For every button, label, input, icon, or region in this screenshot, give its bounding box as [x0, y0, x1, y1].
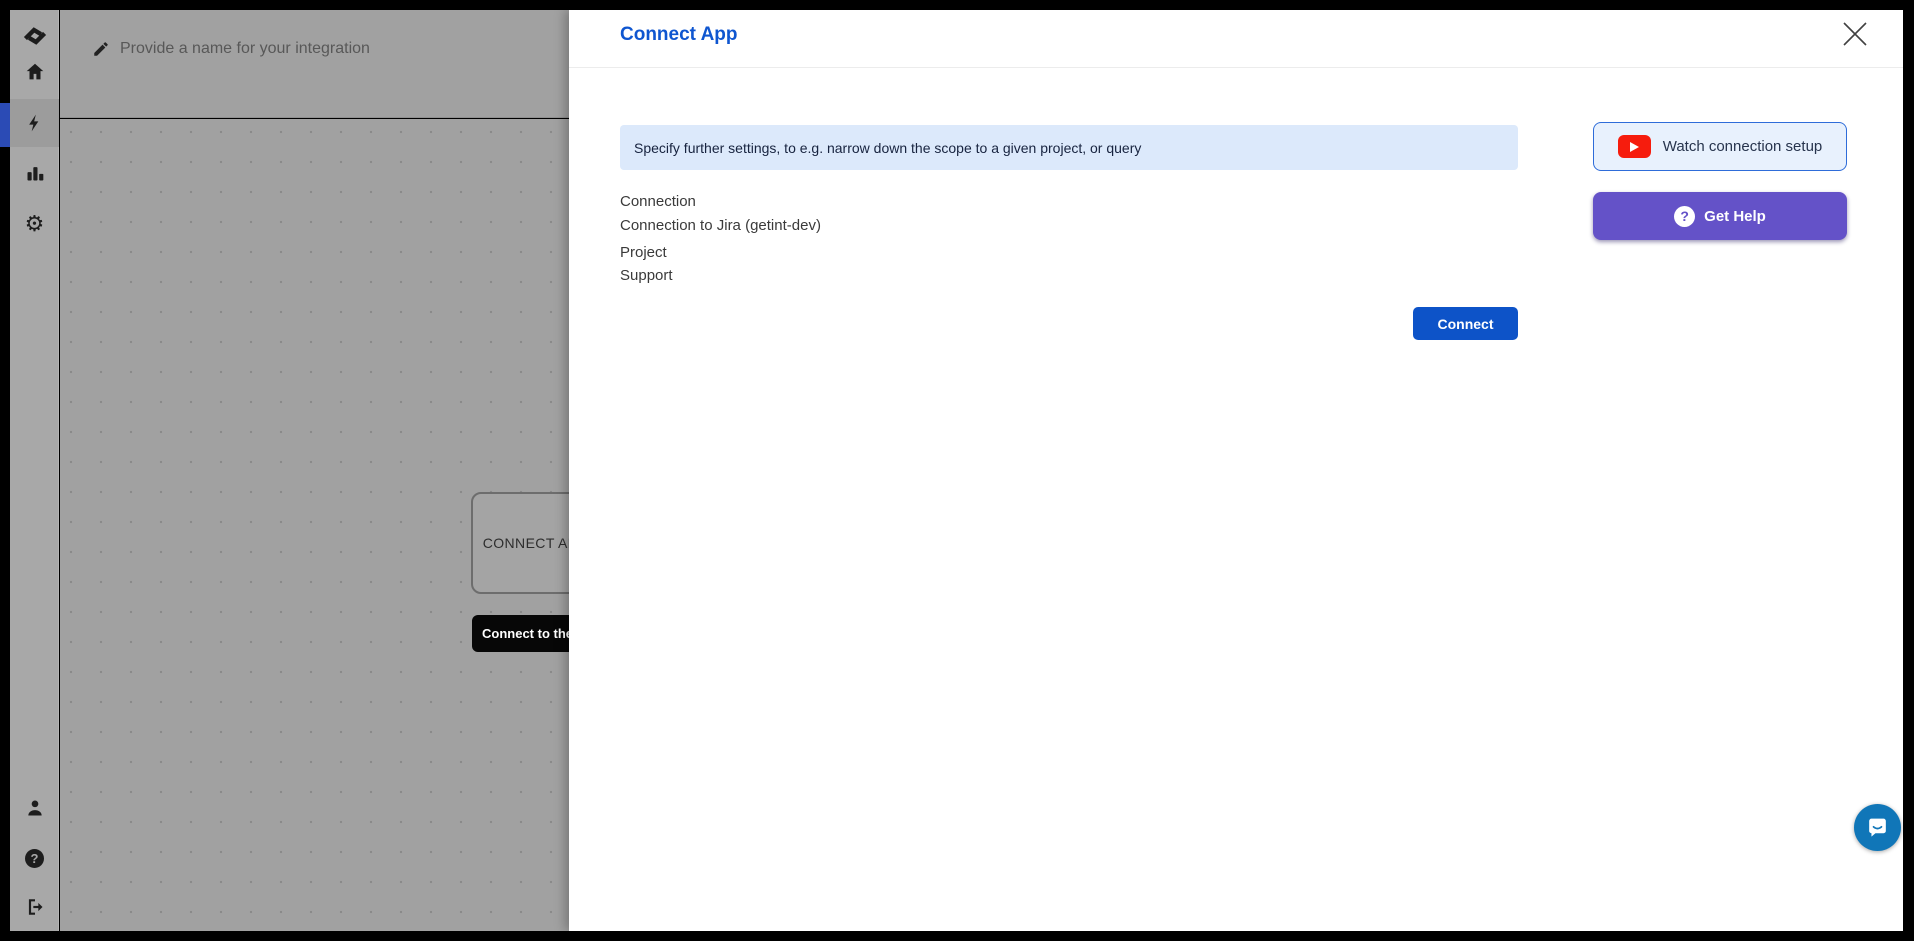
info-banner: Specify further settings, to e.g. narrow… — [620, 125, 1518, 170]
integration-name-placeholder: Provide a name for your integration — [120, 40, 370, 58]
connect-app-drawer: Connect App Specify further settings, to… — [569, 10, 1903, 931]
sidebar-item-settings[interactable]: ⚙ — [10, 200, 59, 248]
watch-button-label: Watch connection setup — [1663, 138, 1823, 155]
person-icon — [25, 798, 45, 818]
bar-chart-icon — [25, 163, 45, 183]
drawer-header: Connect App — [569, 10, 1903, 68]
sidebar: ⚙ ? — [10, 10, 59, 931]
sidebar-item-logout[interactable] — [10, 883, 59, 931]
close-icon — [1840, 19, 1870, 49]
node-tooltip-text: Connect to the f — [482, 626, 581, 641]
project-field-value[interactable]: Support — [620, 267, 673, 284]
question-icon: ? — [25, 849, 44, 868]
connection-field-value[interactable]: Connection to Jira (getint-dev) — [620, 217, 821, 234]
screen: ⚙ ? — [0, 0, 1914, 941]
app-window: ⚙ ? — [10, 10, 1903, 931]
connect-button[interactable]: Connect — [1413, 307, 1518, 340]
active-nav-indicator — [0, 103, 10, 147]
sidebar-item-integrations[interactable] — [10, 99, 59, 147]
youtube-icon — [1618, 135, 1651, 158]
logout-icon — [25, 897, 45, 917]
close-drawer-button[interactable] — [1837, 16, 1873, 52]
info-banner-text: Specify further settings, to e.g. narrow… — [634, 140, 1141, 156]
project-field-label: Project — [620, 244, 667, 261]
gear-icon: ⚙ — [25, 213, 45, 235]
lightning-icon — [25, 112, 45, 134]
chat-launcher-button[interactable] — [1854, 804, 1901, 851]
chat-bubble-icon — [1865, 815, 1890, 840]
logo-icon — [22, 24, 48, 48]
get-help-button[interactable]: ? Get Help — [1593, 192, 1847, 240]
get-help-label: Get Help — [1704, 208, 1766, 225]
integration-name-input[interactable]: Provide a name for your integration — [92, 40, 370, 58]
help-bubble-icon: ? — [1674, 206, 1695, 227]
connection-field-label: Connection — [620, 193, 696, 210]
home-icon — [24, 61, 46, 83]
sidebar-item-home[interactable] — [10, 48, 59, 96]
watch-connection-setup-button[interactable]: Watch connection setup — [1593, 122, 1847, 171]
sidebar-item-account[interactable] — [10, 784, 59, 832]
sidebar-item-help[interactable]: ? — [10, 834, 59, 882]
sidebar-item-reports[interactable] — [10, 149, 59, 197]
pencil-icon — [92, 40, 110, 58]
drawer-title: Connect App — [620, 24, 738, 46]
